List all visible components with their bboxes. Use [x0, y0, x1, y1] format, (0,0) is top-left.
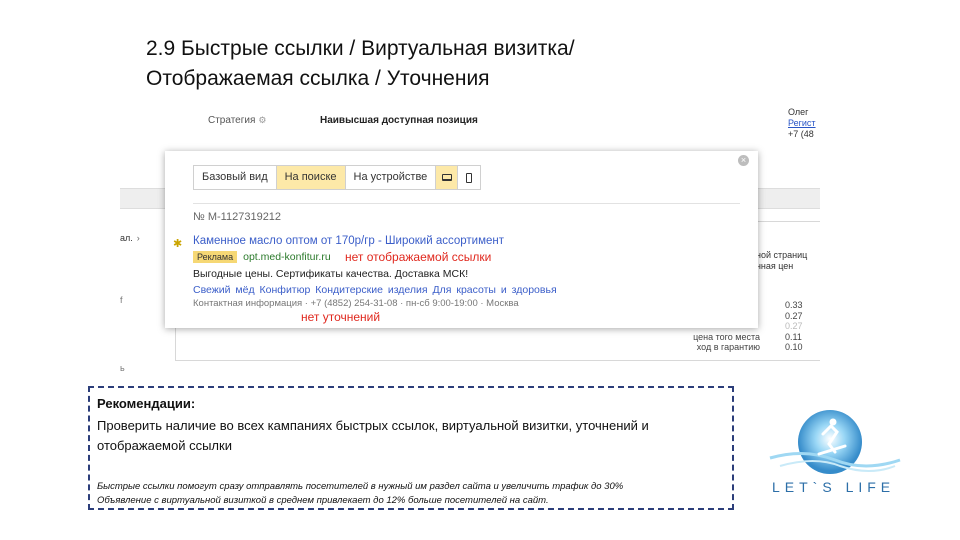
recommendations-note-line2: Объявление с виртуальной визиткой в сред… [97, 495, 549, 506]
device-phone-button[interactable] [458, 166, 480, 189]
bg-left-mark: f [120, 295, 123, 305]
row-label: ход в гарантию [696, 342, 760, 352]
ad-contact-info[interactable]: Контактная информация · +7 (4852) 254-31… [193, 298, 519, 309]
recommendations-text: Проверить наличие во всех кампаниях быст… [97, 418, 649, 453]
bg-left-tab[interactable]: ал. › [120, 233, 140, 243]
bg-contact-column: Олег Регист +7 (48 [788, 107, 820, 140]
ad-url-link[interactable]: opt.med-konfitur.ru [243, 251, 331, 263]
tab-on-search[interactable]: На поиске [276, 166, 346, 189]
table-row: ход в гарантию 0.10 [650, 342, 820, 353]
position-label: Наивысшая доступная позиция [320, 115, 478, 126]
sitelink[interactable]: Кондитерские изделия [315, 284, 427, 296]
row-value: 0.27 [785, 310, 803, 321]
divider [193, 203, 740, 204]
preview-tabs: Базовый вид На поиске На устройстве [193, 165, 482, 190]
bg-contact-phone: +7 (48 [788, 129, 814, 139]
sitelink[interactable]: Свежий мёд [193, 284, 255, 296]
row-value: 0.27 [785, 321, 803, 331]
ad-title-link[interactable]: Каменное масло оптом от 170р/гр - Широки… [193, 235, 504, 247]
bg-top-bar: Стратегия ⚙ Наивысшая доступная позиция [120, 105, 820, 135]
device-laptop-button[interactable] [436, 166, 459, 189]
settings-icon[interactable]: ⚙ [258, 115, 266, 125]
row-value: 0.10 [785, 342, 803, 352]
chevron-right-icon: › [136, 233, 140, 243]
tab-base-view[interactable]: Базовый вид [194, 166, 277, 189]
slide-title-line2: Отображаемая ссылка / Уточнения [146, 67, 490, 90]
sitelink[interactable]: Для красоты и здоровья [433, 284, 557, 296]
recommendations-box: Рекомендации: Проверить наличие во всех … [88, 386, 734, 510]
ad-sitelinks: Свежий мёд Конфитюр Кондитерские изделия… [193, 284, 557, 296]
recommendations-note: Быстрые ссылки помогут сразу отправлять … [97, 480, 727, 508]
close-icon[interactable]: × [738, 155, 749, 166]
ad-url-row: Реклама opt.med-konfitur.ru [193, 251, 331, 263]
row-label: цена того места [693, 331, 760, 342]
ad-description: Выгодные цены. Сертификаты качества. Дос… [193, 268, 469, 280]
strategy-label[interactable]: Стратегия ⚙ [208, 115, 266, 126]
ad-number: № М-1127319212 [193, 211, 282, 223]
bg-left-mark: ь [120, 363, 125, 373]
yandex-bullet-icon: ✱ [173, 238, 183, 250]
row-value: 0.11 [785, 331, 802, 342]
recommendations-title: Рекомендации: [97, 396, 196, 411]
ad-preview-popup: × Базовый вид На поиске На устройстве № … [165, 151, 758, 328]
tab-on-device[interactable]: На устройстве [346, 166, 437, 189]
slide-title-line1: 2.9 Быстрые ссылки / Виртуальная визитка… [146, 37, 575, 60]
recommendations-note-line1: Быстрые ссылки помогут сразу отправлять … [97, 481, 624, 492]
ad-label-badge: Реклама [193, 251, 238, 263]
bg-left-tab-label: ал. [120, 233, 133, 243]
sitelink[interactable]: Конфитюр [260, 284, 311, 296]
annotation-no-display-link: нет отображаемой ссылки [342, 250, 495, 265]
table-row: цена того места 0.11 [650, 332, 820, 343]
phone-icon [466, 172, 473, 183]
bg-contact-name: Олег [788, 107, 809, 117]
annotation-no-callouts: нет уточнений [298, 310, 384, 325]
row-value: 0.33 [785, 300, 803, 310]
strategy-label-text: Стратегия [208, 115, 256, 126]
bg-register-link[interactable]: Регист [788, 118, 820, 129]
logo-text: LET`S LIFE [772, 479, 896, 495]
slide-title: 2.9 Быстрые ссылки / Виртуальная визитка… [146, 34, 706, 94]
laptop-icon [441, 174, 452, 181]
